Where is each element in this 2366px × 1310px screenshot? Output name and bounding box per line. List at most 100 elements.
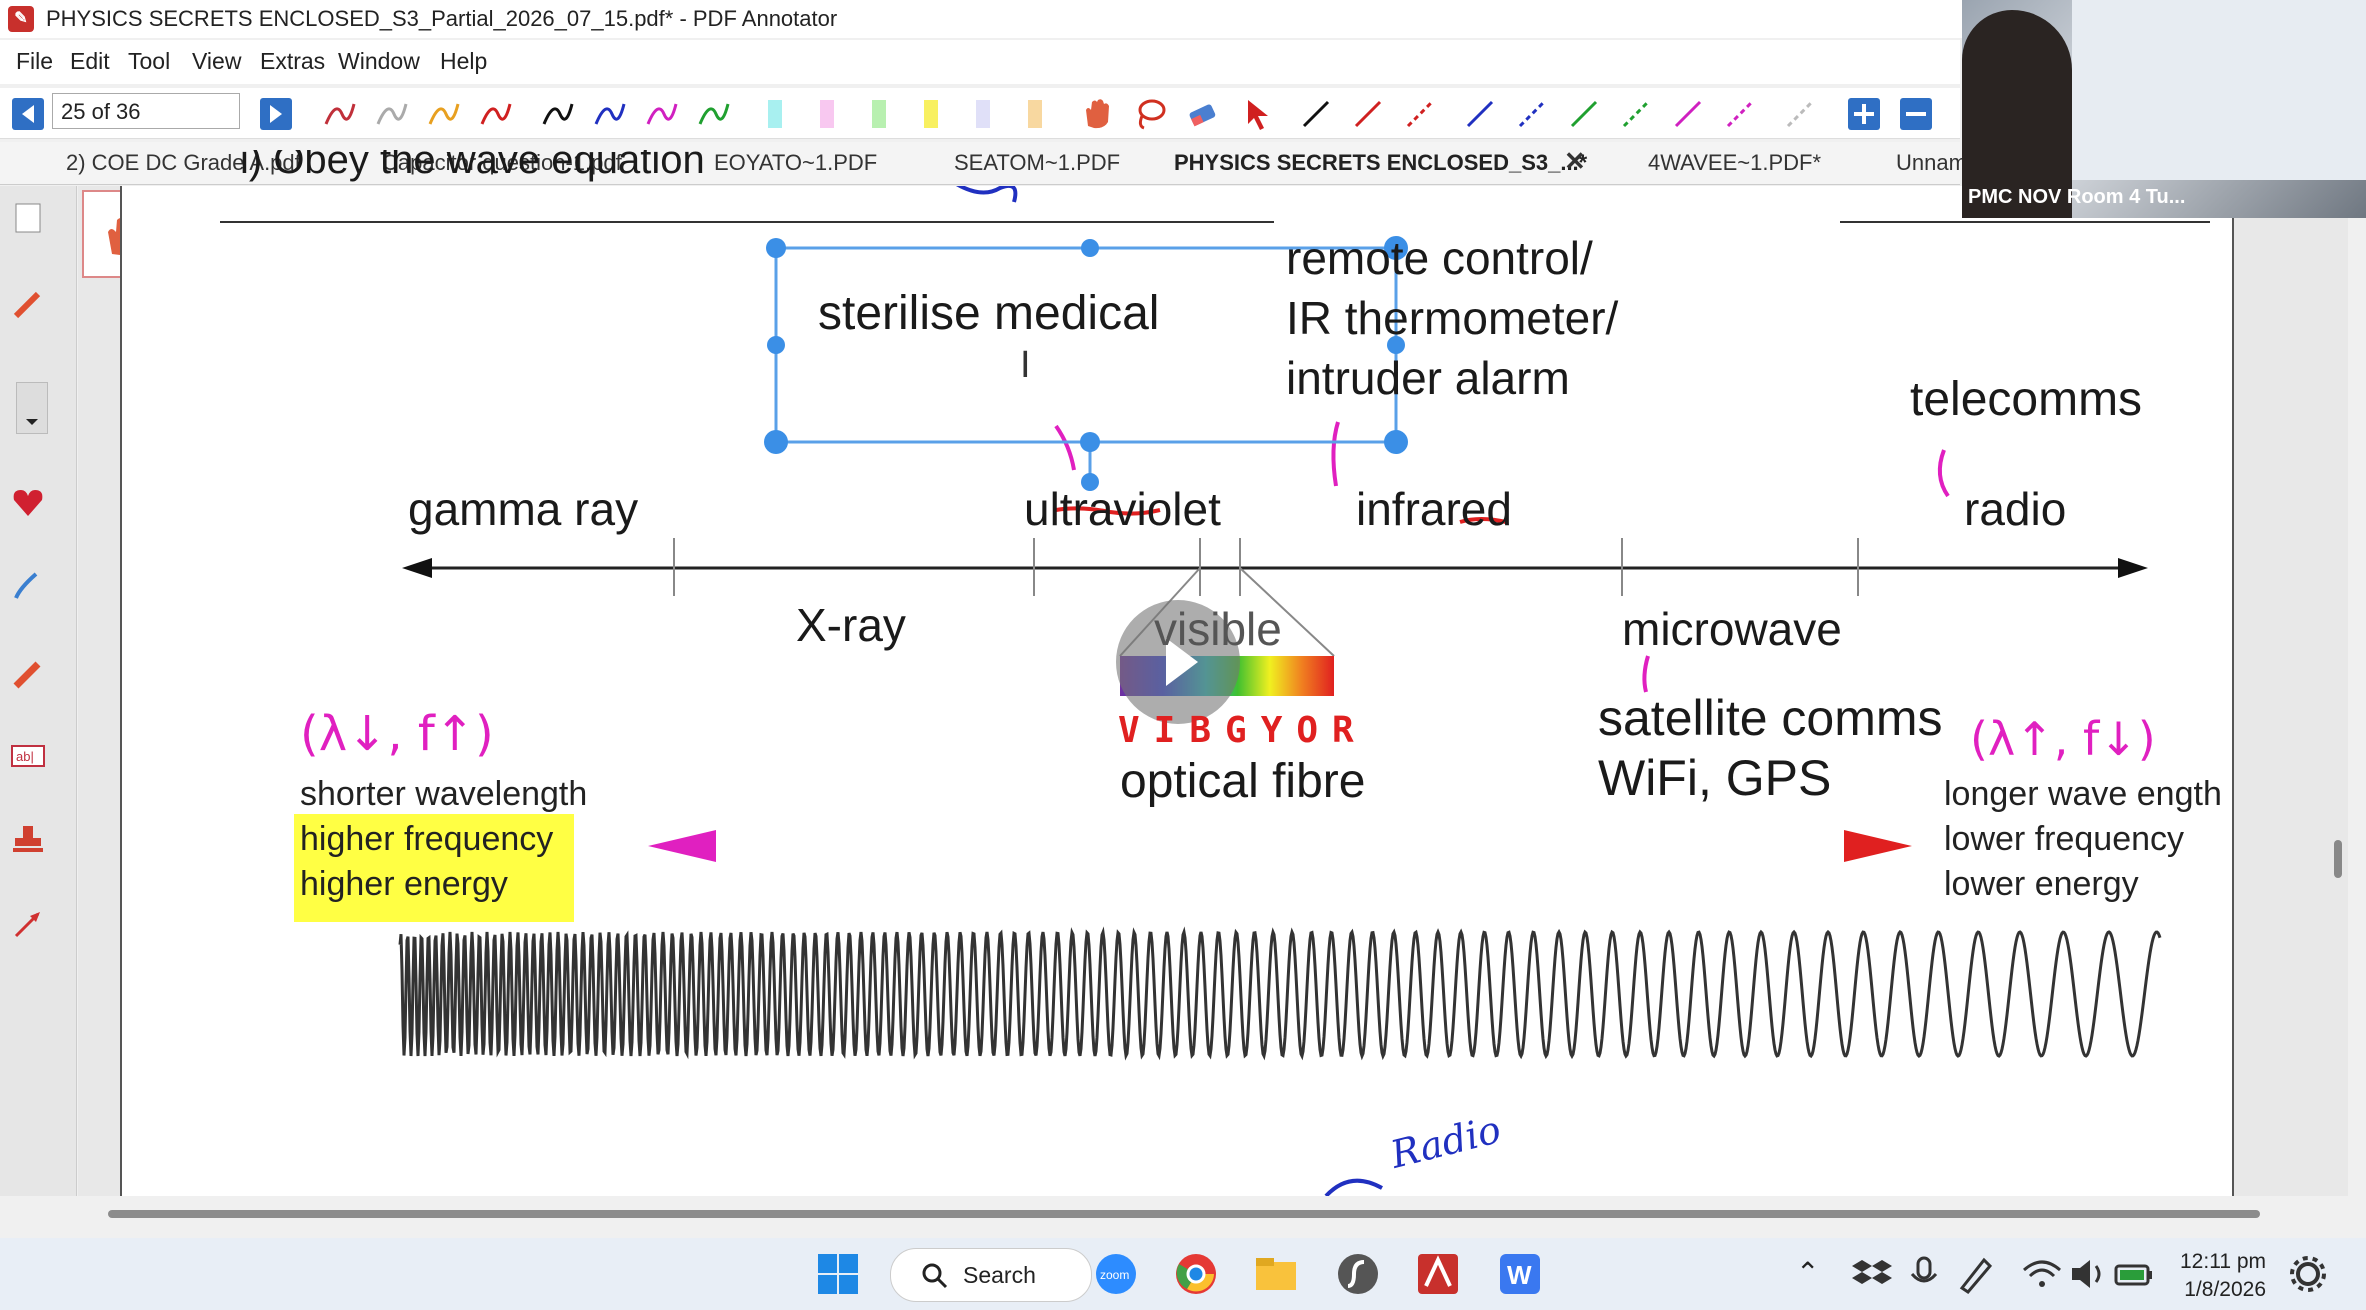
line-magenta-icon[interactable] [1670, 96, 1706, 132]
eraser-icon[interactable] [1184, 96, 1220, 132]
line-green-icon[interactable] [1566, 96, 1602, 132]
chevron-up-icon[interactable]: ⌃ [1796, 1256, 1819, 1289]
tab-close-icon[interactable]: ✕ [1564, 146, 1586, 177]
text-tool-icon[interactable]: ab| [10, 738, 46, 774]
zoom-app-icon[interactable]: zoom [1094, 1252, 1138, 1296]
highlighter-yellow-icon[interactable] [914, 96, 950, 132]
selected-textbox[interactable]: sterilise medical [818, 286, 1159, 341]
wifi-icon[interactable] [2020, 1252, 2064, 1296]
microphone-icon[interactable] [1902, 1252, 1946, 1296]
tab-eoyato[interactable]: EOYATO~1.PDF [714, 150, 877, 176]
settings-gear-icon[interactable] [2286, 1252, 2330, 1296]
highlighter-lavender-icon[interactable] [966, 96, 1002, 132]
hand-tool-icon[interactable] [1080, 96, 1116, 132]
windows-start-icon[interactable] [816, 1252, 860, 1296]
pen-orange-icon[interactable] [426, 96, 462, 132]
pen-red2-icon[interactable] [478, 96, 514, 132]
label-x-ray: X-ray [796, 599, 906, 651]
tab-unnamed[interactable]: Unnam [1896, 150, 1967, 176]
tab-seatom[interactable]: SEATOM~1.PDF [954, 150, 1120, 176]
zoom-in-icon[interactable] [1846, 96, 1882, 132]
pen-black-icon[interactable] [540, 96, 576, 132]
app-icon: ✎ [8, 6, 34, 32]
line-black-icon[interactable] [1298, 96, 1334, 132]
highlighter-cyan-icon[interactable] [758, 96, 794, 132]
pdf-annotator-taskbar-icon[interactable] [1416, 1252, 1460, 1296]
tool-scroll[interactable] [16, 382, 48, 434]
chrome-icon[interactable] [1174, 1252, 1218, 1296]
label-ultraviolet: ultraviolet [1024, 483, 1221, 535]
menu-help[interactable]: Help [440, 48, 487, 75]
line-red-icon[interactable] [1350, 96, 1386, 132]
flash-app-icon[interactable] [1336, 1252, 1380, 1296]
vertical-scrollbar[interactable] [2334, 840, 2342, 878]
resize-handle[interactable] [767, 336, 785, 354]
pen-red-icon[interactable] [322, 96, 358, 132]
ink-note-left: (λ↓, f↑) [300, 706, 494, 762]
satellite-line-1: satellite comms [1598, 690, 1943, 746]
ink-note-right: (λ↑, f↓) [1970, 712, 2156, 766]
resize-handle[interactable] [766, 238, 786, 258]
ink-partial-formula [955, 186, 1018, 203]
taskbar-search[interactable]: Search [890, 1248, 1092, 1302]
select-arrow-icon[interactable] [1240, 96, 1276, 132]
pen-magenta-icon[interactable] [644, 96, 680, 132]
menu-extras[interactable]: Extras [260, 48, 325, 75]
line-red-dashed-icon[interactable] [1402, 96, 1438, 132]
resize-handle[interactable] [764, 430, 788, 454]
resize-handle[interactable] [1080, 432, 1100, 452]
line-blue-icon[interactable] [1462, 96, 1498, 132]
tab-physics-secrets[interactable]: PHYSICS SECRETS ENCLOSED_S3_...* [1174, 150, 1587, 176]
wave-graphic [398, 926, 2162, 1061]
svg-text:ab|: ab| [16, 749, 34, 764]
line-green-dashed-icon[interactable] [1618, 96, 1654, 132]
highlighter-green-icon[interactable] [862, 96, 898, 132]
clock-time: 12:11 pm [2180, 1250, 2266, 1273]
pen-settings-icon[interactable] [1954, 1252, 1998, 1296]
line-magenta-dashed-icon[interactable] [1722, 96, 1758, 132]
menu-view[interactable]: View [192, 48, 241, 75]
file-explorer-icon[interactable] [1254, 1252, 1298, 1296]
label-visible: visible [1154, 603, 1282, 655]
search-label: Search [963, 1262, 1036, 1288]
next-page-icon[interactable] [258, 96, 294, 132]
clock[interactable]: 12:11 pm 1/8/2026 [2180, 1248, 2266, 1304]
highlighter-pink-icon[interactable] [810, 96, 846, 132]
heart-icon[interactable] [10, 484, 46, 520]
whiteboard-app-icon[interactable]: W [1498, 1252, 1542, 1296]
menu-tool[interactable]: Tool [128, 48, 170, 75]
zoom-out-icon[interactable] [1898, 96, 1934, 132]
horizontal-scrollbar[interactable] [108, 1210, 2260, 1218]
prev-page-icon[interactable] [10, 96, 46, 132]
menu-window[interactable]: Window [338, 48, 420, 75]
pen-gray-icon[interactable] [374, 96, 410, 132]
menu-edit[interactable]: Edit [70, 48, 110, 75]
resize-handle[interactable] [1081, 239, 1099, 257]
highlighter-tool-icon[interactable] [10, 656, 46, 692]
pen-tool-icon[interactable] [10, 286, 46, 322]
volume-icon[interactable] [2066, 1252, 2110, 1296]
highlighter-peach-icon[interactable] [1018, 96, 1054, 132]
pen-blue-icon[interactable] [592, 96, 628, 132]
window-title: PHYSICS SECRETS ENCLOSED_S3_Partial_2026… [46, 6, 838, 31]
battery-icon[interactable] [2112, 1252, 2156, 1296]
menu-file[interactable]: File [16, 48, 53, 75]
dropbox-icon[interactable] [1850, 1252, 1894, 1296]
stamp-icon[interactable] [10, 822, 46, 858]
brush-icon[interactable] [10, 568, 46, 604]
lasso-icon[interactable] [1132, 96, 1168, 132]
blank-page-icon[interactable] [10, 200, 46, 236]
prop-lower-energy: lower energy [1944, 865, 2139, 903]
arrow-tool-icon[interactable] [10, 906, 46, 942]
text-cursor-icon: I [1020, 344, 1031, 386]
line-gray-dashed-icon[interactable] [1782, 96, 1818, 132]
resize-handle[interactable] [1384, 430, 1408, 454]
pen-green-icon[interactable] [696, 96, 732, 132]
tab-4wavee[interactable]: 4WAVEE~1.PDF* [1648, 150, 1821, 176]
svg-text:W: W [1507, 1260, 1532, 1290]
page-number-input[interactable]: 25 of 36 [52, 93, 240, 129]
ir-use-thermometer: IR thermometer/ [1286, 292, 1619, 344]
menu-bar: File Edit Tool View Extras Window Help [0, 40, 1960, 84]
satellite-label: satellite comms WiFi, GPS [1598, 688, 1943, 808]
line-blue-dashed-icon[interactable] [1514, 96, 1550, 132]
